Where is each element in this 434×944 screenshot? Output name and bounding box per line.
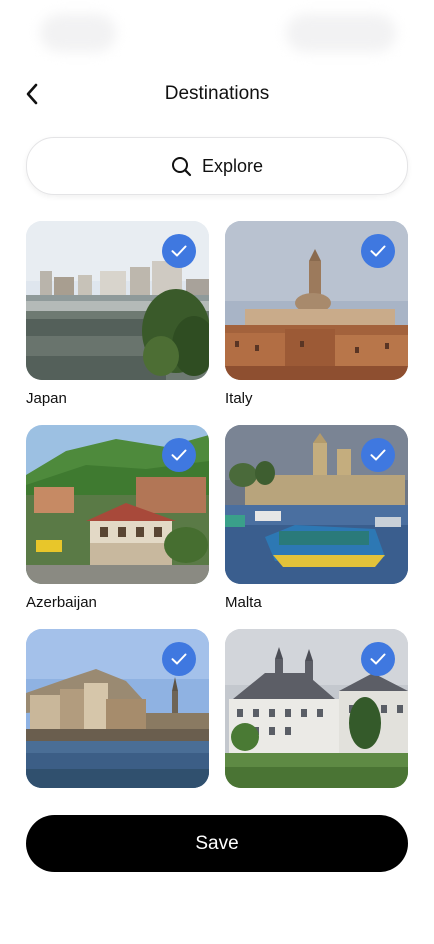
selected-check-badge[interactable] bbox=[162, 438, 196, 472]
checkmark-icon bbox=[370, 653, 386, 665]
destination-label: Azerbaijan bbox=[26, 594, 97, 611]
explore-search-button[interactable]: Explore bbox=[26, 137, 408, 195]
checkmark-icon bbox=[370, 449, 386, 461]
status-bar-left bbox=[40, 14, 116, 52]
destination-card-italy[interactable]: Italy bbox=[225, 221, 408, 425]
selected-check-badge[interactable] bbox=[162, 234, 196, 268]
destination-photo bbox=[225, 221, 408, 380]
destination-label: Japan bbox=[26, 390, 67, 407]
header: Destinations bbox=[0, 72, 434, 116]
destination-label bbox=[26, 797, 209, 817]
destination-card-japan[interactable]: Japan bbox=[26, 221, 209, 425]
destination-photo bbox=[26, 221, 209, 380]
save-button[interactable]: Save bbox=[26, 815, 408, 872]
destination-card-6[interactable] bbox=[225, 629, 408, 833]
destination-photo bbox=[26, 629, 209, 788]
checkmark-icon bbox=[171, 653, 187, 665]
selected-check-badge[interactable] bbox=[361, 438, 395, 472]
destination-card-azerbaijan[interactable]: Azerbaijan bbox=[26, 425, 209, 629]
page-title: Destinations bbox=[164, 83, 270, 104]
destination-grid: Japan Italy Azerbaijan Malta bbox=[26, 221, 408, 833]
selected-check-badge[interactable] bbox=[361, 642, 395, 676]
destination-card-malta[interactable]: Malta bbox=[225, 425, 408, 629]
search-icon bbox=[171, 156, 192, 176]
checkmark-icon bbox=[370, 245, 386, 257]
explore-label: Explore bbox=[201, 155, 264, 176]
destination-photo bbox=[225, 425, 408, 584]
selected-check-badge[interactable] bbox=[162, 642, 196, 676]
destination-photo bbox=[225, 629, 408, 788]
destination-card-5[interactable] bbox=[26, 629, 209, 833]
status-bar-right bbox=[286, 14, 396, 52]
destination-label: Italy bbox=[225, 390, 253, 407]
checkmark-icon bbox=[171, 449, 187, 461]
selected-check-badge[interactable] bbox=[361, 234, 395, 268]
destination-label bbox=[225, 797, 408, 817]
destination-photo bbox=[26, 425, 209, 584]
destination-label: Malta bbox=[225, 594, 262, 611]
checkmark-icon bbox=[171, 245, 187, 257]
